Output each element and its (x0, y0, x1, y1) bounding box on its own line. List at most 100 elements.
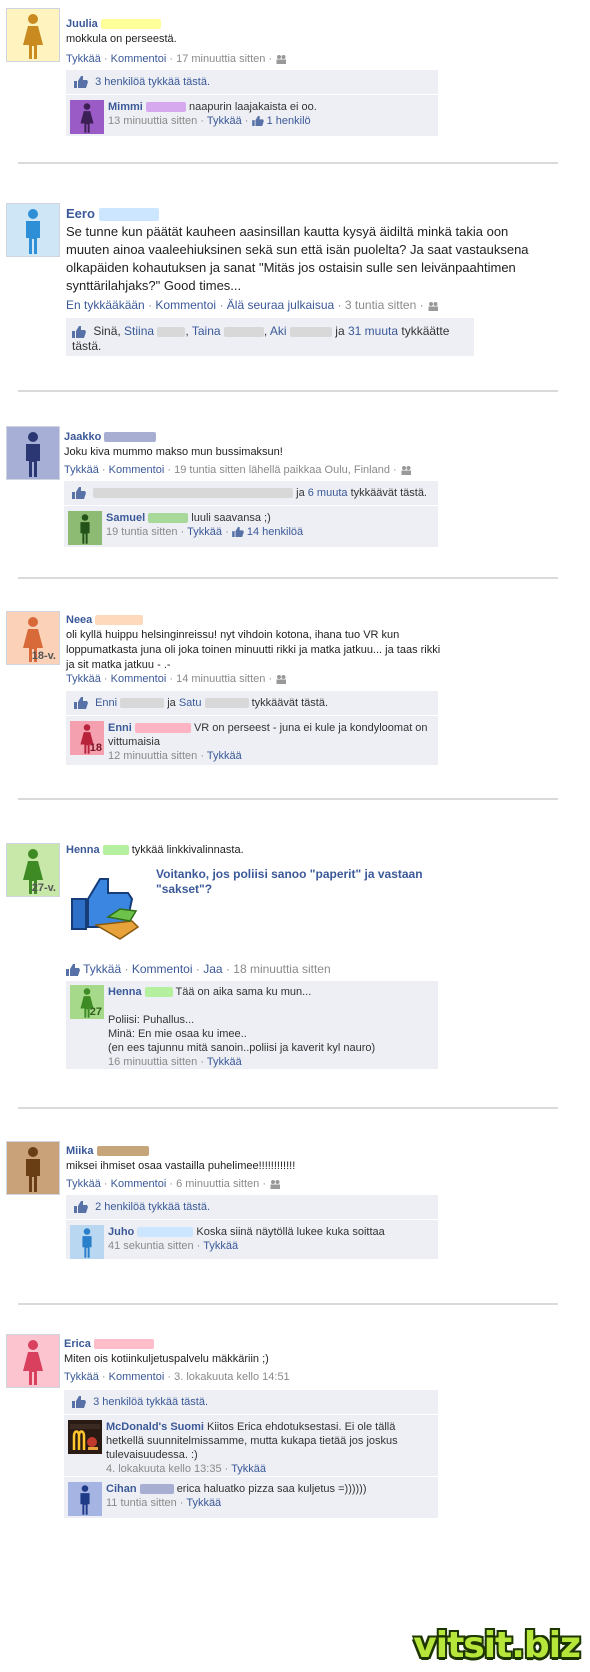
liker-link[interactable]: Enni (95, 697, 117, 709)
feedback-box: 27 Henna Tää on aika sama ku mun... Poli… (66, 981, 438, 1069)
comment-link[interactable]: Kommentoi (111, 53, 167, 65)
timestamp[interactable]: 19 tuntia sitten lähellä paikkaa Oulu, F… (174, 464, 390, 476)
thumb-up-icon (232, 527, 244, 537)
comment-time[interactable]: 4. lokakuuta kello 13:35 (106, 1463, 222, 1475)
audience-friends-icon[interactable] (427, 301, 439, 311)
comment-like-link[interactable]: Tykkää (187, 526, 222, 538)
likes-more-link[interactable]: 31 muuta (348, 324, 398, 338)
comment-link[interactable]: Kommentoi (111, 1178, 167, 1190)
mcdonalds-logo-icon (70, 1424, 100, 1450)
comment-avatar[interactable] (68, 511, 102, 545)
avatar[interactable] (6, 1334, 60, 1388)
separator-dot: · (224, 1463, 229, 1475)
avatar[interactable] (6, 426, 60, 480)
comment-time[interactable]: 12 minuuttia sitten (108, 750, 197, 762)
author-name[interactable]: Neea (66, 614, 92, 626)
comment-text: Koska siinä näytöllä lukee kuka soittaa (196, 1226, 385, 1238)
comment-avatar[interactable] (68, 1420, 102, 1454)
comment-author[interactable]: Samuel (106, 512, 145, 524)
timestamp[interactable]: 3. lokakuuta kello 14:51 (174, 1371, 290, 1383)
divider (18, 390, 558, 392)
redacted-surname (102, 845, 129, 856)
avatar[interactable] (6, 203, 60, 257)
audience-friends-icon[interactable] (400, 465, 412, 475)
liker-link[interactable]: Aki (270, 324, 287, 338)
avatar[interactable] (6, 8, 60, 62)
liker-link[interactable]: Satu (179, 697, 202, 709)
comment-like-link[interactable]: Tykkää (207, 115, 242, 127)
comment-like-link[interactable]: Tykkää (207, 1056, 242, 1068)
unlike-link[interactable]: En tykkääkään (66, 298, 145, 312)
comment-time[interactable]: 41 sekuntia sitten (108, 1240, 194, 1252)
male-silhouette-icon (70, 1225, 104, 1259)
comment-author[interactable]: Mimmi (108, 101, 143, 113)
audience-friends-icon[interactable] (269, 1179, 281, 1189)
comment-author[interactable]: Juho (108, 1226, 134, 1238)
separator-dot: · (200, 115, 205, 127)
likes-count-link[interactable]: 2 henkilöä tykkää tästä. (95, 1201, 210, 1213)
avatar[interactable]: 18-v. (6, 611, 60, 665)
feedback-box: ja 6 muuta tykkäävät tästä. Samuel luuli… (64, 481, 438, 547)
comment-link[interactable]: Kommentoi (155, 298, 216, 312)
like-link[interactable]: Tykkää (83, 962, 121, 976)
timestamp[interactable]: 3 tuntia sitten (345, 298, 416, 312)
author-name[interactable]: Juulia (66, 18, 98, 30)
timestamp[interactable]: 14 minuuttia sitten (176, 673, 265, 685)
comment-author[interactable]: McDonald's Suomi (106, 1421, 204, 1433)
timestamp[interactable]: 6 minuuttia sitten (176, 1178, 259, 1190)
comment-link[interactable]: Kommentoi (132, 962, 193, 976)
link-thumbnail[interactable] (66, 869, 146, 949)
comment-link[interactable]: Kommentoi (111, 673, 167, 685)
like-link[interactable]: Tykkää (64, 1371, 99, 1383)
author-name[interactable]: Erica (64, 1338, 91, 1350)
like-link[interactable]: Tykkää (64, 464, 99, 476)
likes-count-link[interactable]: 3 henkilöä tykkää tästä. (93, 1396, 208, 1408)
comment-time[interactable]: 13 minuuttia sitten (108, 115, 197, 127)
comment-link[interactable]: Kommentoi (109, 464, 165, 476)
comment-author[interactable]: Cihan (106, 1483, 137, 1495)
link-title[interactable]: Voitanko, jos poliisi sanoo "paperit" ja… (156, 867, 423, 896)
unfollow-link[interactable]: Älä seuraa julkaisua (227, 298, 334, 312)
likes-count-link[interactable]: 3 henkilöä tykkää tästä. (95, 76, 210, 88)
comment-avatar[interactable] (70, 100, 104, 134)
comment-time[interactable]: 19 tuntia sitten (106, 526, 178, 538)
author-name[interactable]: Miika (66, 1145, 94, 1157)
timestamp[interactable]: 18 minuuttia sitten (233, 962, 330, 976)
comment-link[interactable]: Kommentoi (109, 1371, 165, 1383)
redacted-surname (157, 326, 186, 337)
comment-like-link[interactable]: Tykkää (231, 1463, 266, 1475)
audience-friends-icon[interactable] (275, 674, 287, 684)
avatar[interactable]: 27-v. (6, 843, 60, 897)
comment-like-link[interactable]: Tykkää (203, 1240, 238, 1252)
timestamp[interactable]: 17 minuuttia sitten (176, 53, 265, 65)
comment-time[interactable]: 11 tuntia sitten (106, 1497, 177, 1509)
comment: Samuel luuli saavansa ;) 19 tuntia sitte… (64, 507, 438, 547)
author-name[interactable]: Henna (66, 844, 100, 856)
separator-dot: · (180, 526, 185, 538)
author-name[interactable]: Jaakko (64, 431, 101, 443)
comment-avatar[interactable]: 27 (70, 985, 104, 1019)
liker-link[interactable]: Taina (192, 324, 221, 338)
comment-avatar[interactable]: 18 (70, 721, 104, 755)
audience-friends-icon[interactable] (275, 54, 287, 64)
comment-avatar[interactable] (68, 1482, 102, 1516)
avatar[interactable] (6, 1141, 60, 1195)
like-link[interactable]: Tykkää (66, 673, 101, 685)
feedback-box: 3 henkilöä tykkää tästä. McDonald's Suom… (64, 1390, 438, 1518)
thumb-up-icon (72, 1396, 86, 1408)
comment-like-link[interactable]: Tykkää (186, 1497, 221, 1509)
author-name[interactable]: Eero (66, 206, 95, 221)
comment-likes-count[interactable]: 1 henkilö (267, 115, 311, 127)
comment-author[interactable]: Enni (108, 722, 132, 734)
likes-more-link[interactable]: 6 muuta (308, 487, 348, 499)
comment-avatar[interactable] (70, 1225, 104, 1259)
redacted-likers (93, 488, 294, 499)
comment-like-link[interactable]: Tykkää (207, 750, 242, 762)
like-link[interactable]: Tykkää (66, 1178, 101, 1190)
share-link[interactable]: Jaa (203, 962, 222, 976)
comment-time[interactable]: 16 minuuttia sitten (108, 1056, 197, 1068)
comment-author[interactable]: Henna (108, 986, 142, 998)
comment-likes-count[interactable]: 14 henkilöä (247, 526, 303, 538)
liker-link[interactable]: Stiina (124, 324, 154, 338)
like-link[interactable]: Tykkää (66, 53, 101, 65)
